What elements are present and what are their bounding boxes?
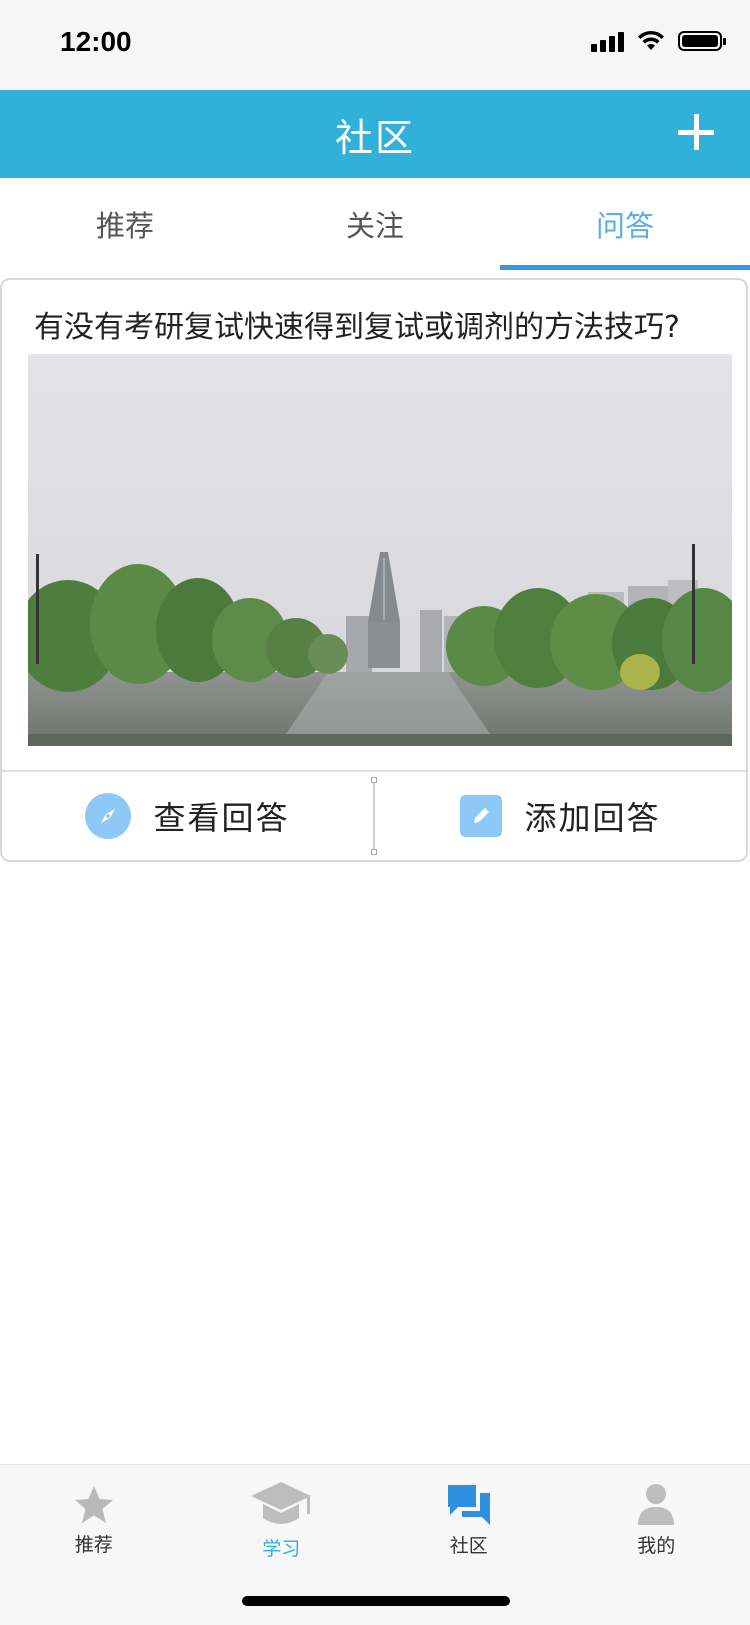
battery-icon bbox=[678, 31, 722, 51]
star-icon bbox=[72, 1484, 116, 1526]
tab-follow[interactable]: 关注 bbox=[250, 178, 500, 270]
add-button[interactable] bbox=[676, 112, 716, 152]
add-answer-label: 添加回答 bbox=[524, 793, 660, 839]
add-answer-button[interactable]: 添加回答 bbox=[375, 793, 746, 839]
tabbar-item-study[interactable]: 学习 bbox=[188, 1465, 376, 1575]
tabbar-item-mine[interactable]: 我的 bbox=[563, 1465, 750, 1575]
compass-icon bbox=[85, 793, 131, 839]
pencil-icon bbox=[460, 795, 502, 837]
status-time: 12:00 bbox=[60, 26, 132, 58]
view-answers-label: 查看回答 bbox=[153, 793, 289, 839]
tabbar-label: 我的 bbox=[637, 1531, 675, 1558]
page-title: 社区 bbox=[335, 107, 415, 162]
question-actions: 查看回答 添加回答 bbox=[2, 770, 746, 860]
question-image bbox=[28, 354, 732, 746]
graduation-cap-icon bbox=[249, 1480, 313, 1530]
tabbar-label: 社区 bbox=[450, 1531, 488, 1558]
home-indicator bbox=[242, 1596, 510, 1606]
tabbar-label: 推荐 bbox=[75, 1530, 113, 1557]
tab-qa[interactable]: 问答 bbox=[500, 178, 750, 270]
view-answers-button[interactable]: 查看回答 bbox=[2, 793, 373, 839]
tab-recommend[interactable]: 推荐 bbox=[0, 178, 250, 270]
campus-photo bbox=[28, 354, 732, 746]
question-title: 有没有考研复试快速得到复试或调剂的方法技巧? bbox=[34, 302, 734, 346]
person-icon bbox=[636, 1483, 676, 1527]
tabbar-item-community[interactable]: 社区 bbox=[375, 1465, 563, 1575]
status-icons bbox=[591, 30, 722, 52]
chat-icon bbox=[446, 1483, 492, 1527]
actions-divider bbox=[373, 779, 375, 853]
cellular-signal-icon bbox=[591, 30, 624, 52]
question-card[interactable]: 有没有考研复试快速得到复试或调剂的方法技巧? bbox=[0, 278, 748, 862]
tabbar-item-recommend[interactable]: 推荐 bbox=[0, 1465, 188, 1575]
status-bar: 12:00 bbox=[0, 0, 750, 90]
tab-list: 推荐 关注 问答 bbox=[0, 178, 750, 270]
nav-header: 社区 bbox=[0, 90, 750, 178]
wifi-icon bbox=[636, 30, 666, 52]
tabbar-label: 学习 bbox=[262, 1534, 300, 1561]
